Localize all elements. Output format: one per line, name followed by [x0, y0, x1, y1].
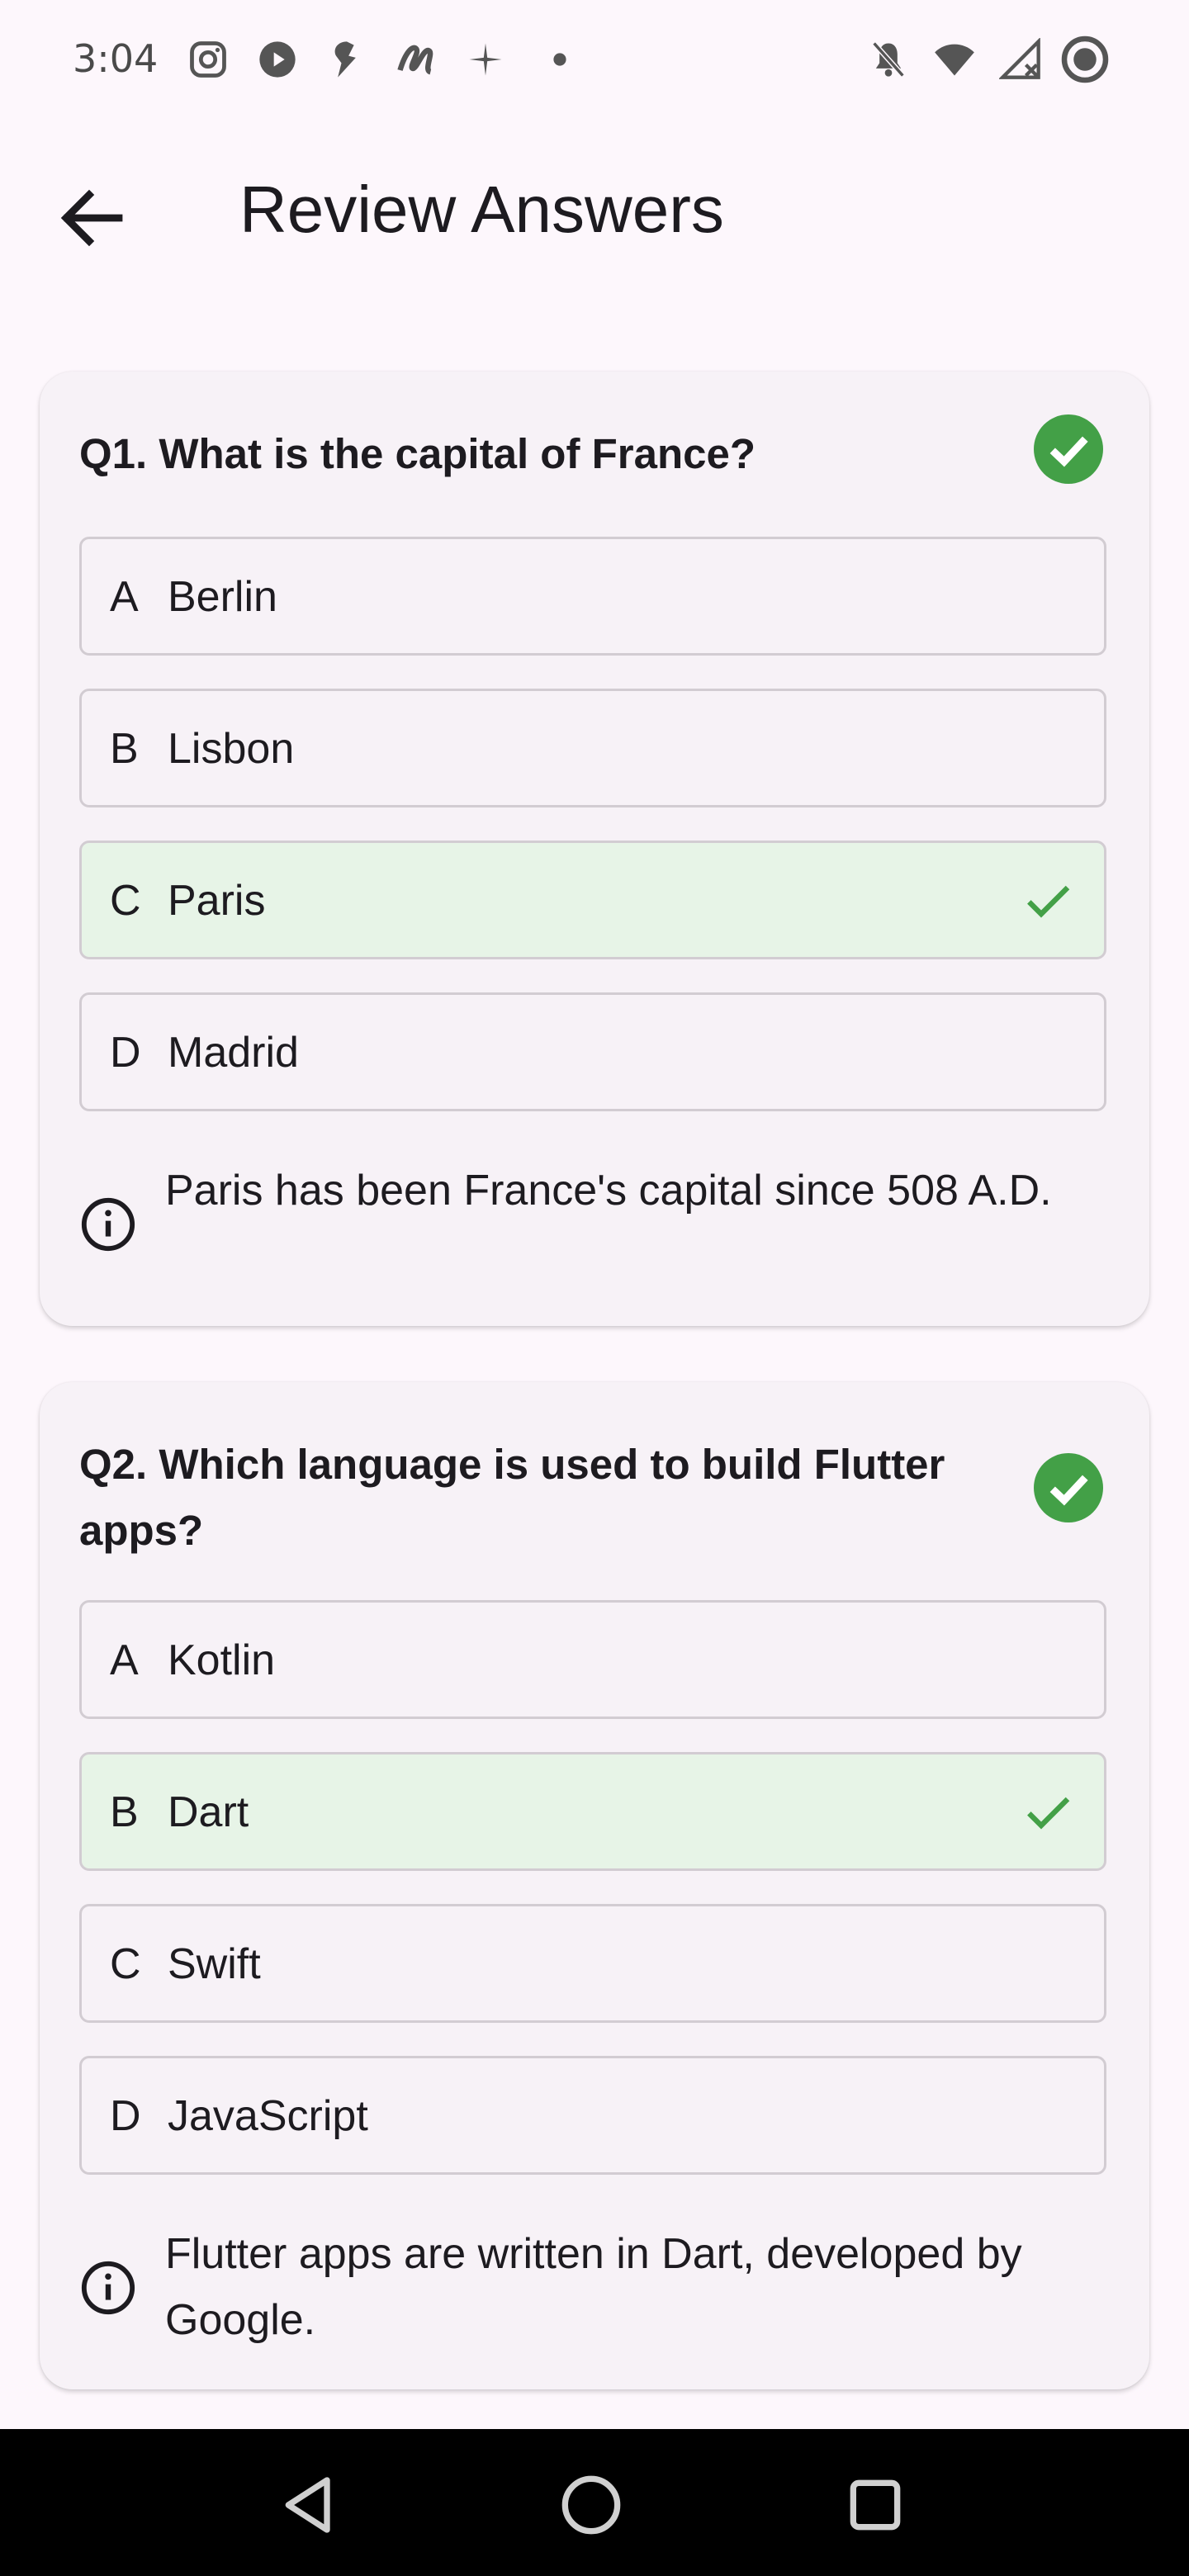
answer-option-correct[interactable]: C Paris — [79, 841, 1106, 959]
info-icon — [79, 1196, 137, 1253]
option-letter: B — [110, 725, 139, 773]
answer-option[interactable]: D Madrid — [79, 992, 1106, 1111]
option-text: Kotlin — [168, 1636, 276, 1684]
option-letter: B — [110, 1788, 139, 1836]
check-icon — [1021, 874, 1074, 927]
option-letter: A — [110, 573, 139, 621]
status-bar: 3:04 — [0, 0, 1189, 122]
wifi-icon — [933, 38, 976, 81]
option-text: Lisbon — [168, 725, 295, 773]
answer-option-correct[interactable]: B Dart — [79, 1752, 1106, 1871]
option-text: Berlin — [168, 573, 277, 621]
option-letter: C — [110, 1940, 141, 1988]
check-icon — [1021, 1786, 1074, 1839]
info-icon — [79, 2259, 137, 2317]
explanation-text: Flutter apps are written in Dart, develo… — [165, 2230, 1022, 2344]
answer-option[interactable]: C Swift — [79, 1904, 1106, 2023]
record-icon — [1060, 35, 1110, 84]
app-icon — [395, 38, 438, 81]
recents-square-icon[interactable] — [842, 2472, 908, 2538]
status-time: 3:04 — [73, 36, 159, 81]
answer-option[interactable]: B Lisbon — [79, 689, 1106, 807]
sparkle-icon — [464, 38, 507, 81]
question-title: Q1. What is the capital of France? — [79, 430, 756, 477]
question-card: Q1. What is the capital of France? A Ber… — [40, 372, 1149, 1326]
option-letter: D — [110, 1029, 141, 1077]
instagram-icon — [187, 38, 230, 81]
youtube-play-icon — [256, 38, 299, 81]
explanation-text: Paris has been France's capital since 50… — [165, 1167, 1052, 1215]
messenger-icon — [325, 38, 368, 81]
navigation-bar — [0, 2429, 1189, 2576]
page-title: Review Answers — [239, 173, 724, 246]
dot-icon — [538, 38, 581, 81]
signal-icon — [998, 37, 1042, 81]
option-letter: A — [110, 1636, 139, 1684]
option-text: Paris — [168, 877, 266, 925]
question-card: Q2. Which language is used to build Flut… — [40, 1382, 1149, 2389]
option-letter: D — [110, 2092, 141, 2140]
notifications-off-icon — [867, 38, 910, 81]
home-circle-icon[interactable] — [558, 2472, 624, 2538]
option-text: Swift — [168, 1940, 261, 1988]
option-letter: C — [110, 877, 141, 925]
answer-option[interactable]: A Berlin — [79, 537, 1106, 656]
answer-option[interactable]: A Kotlin — [79, 1600, 1106, 1719]
arrow-back-icon[interactable] — [53, 178, 132, 258]
back-triangle-icon[interactable] — [277, 2472, 343, 2538]
question-title: Q2. Which language is used to build Flut… — [79, 1441, 945, 1554]
option-text: JavaScript — [168, 2092, 368, 2140]
check-circle-icon — [1034, 1453, 1103, 1522]
answer-option[interactable]: D JavaScript — [79, 2056, 1106, 2175]
app-bar: Review Answers — [0, 149, 1189, 272]
check-circle-icon — [1034, 414, 1103, 484]
option-text: Dart — [168, 1788, 249, 1836]
option-text: Madrid — [168, 1029, 299, 1077]
